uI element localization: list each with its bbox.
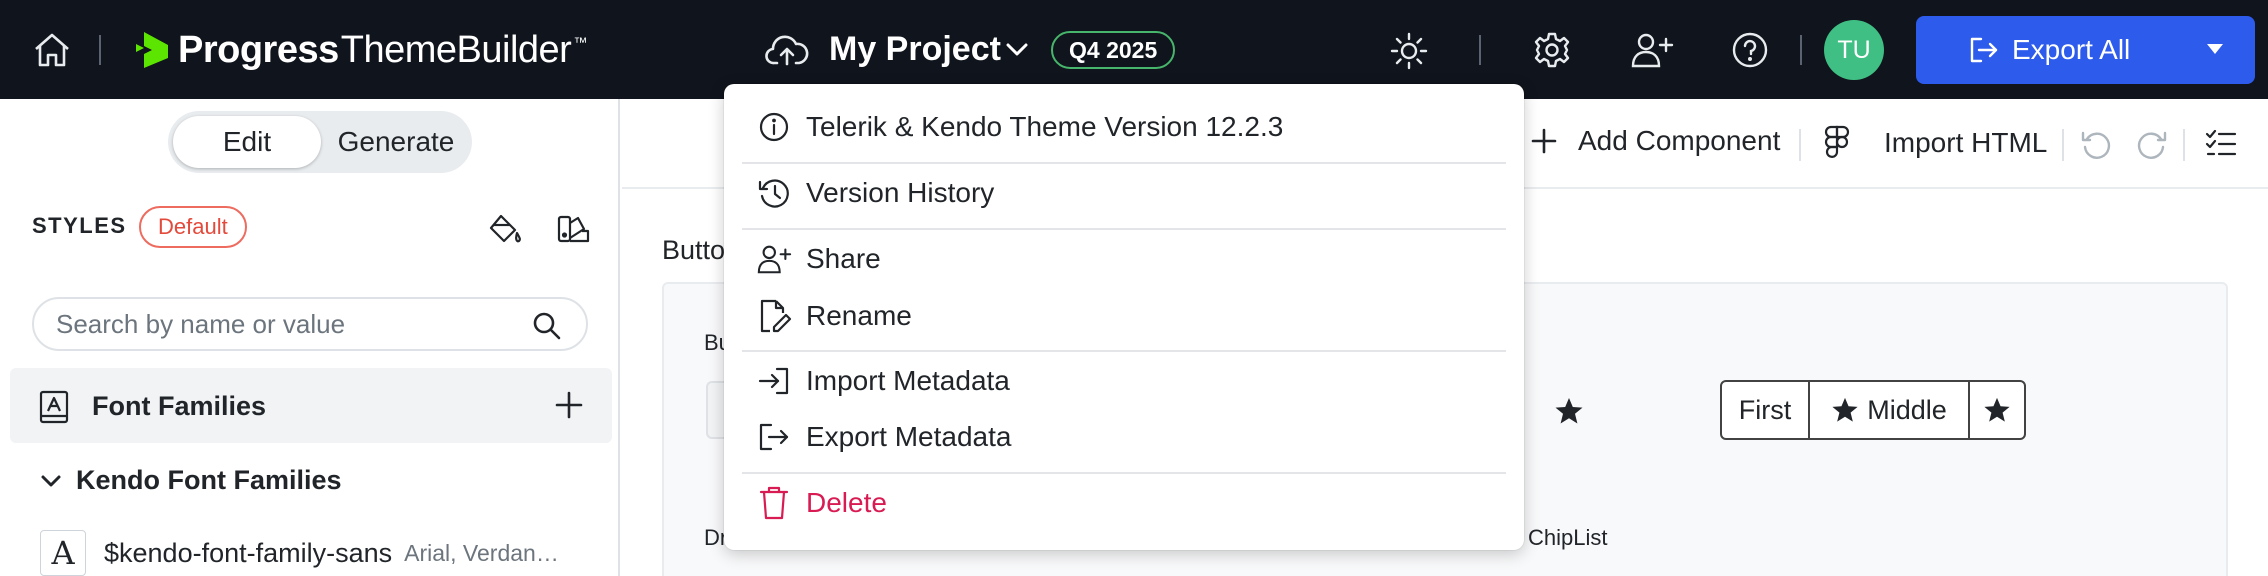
search-field [32,297,588,351]
styles-heading: STYLES [32,213,127,238]
add-user-icon[interactable] [1630,31,1674,69]
figma-icon [1824,125,1850,158]
menu-item-import-metadata[interactable]: Import Metadata [756,361,1010,401]
divider [99,35,101,65]
file-edit-icon [756,298,792,334]
font-book-icon [38,390,70,424]
list-item[interactable]: A $kendo-font-family-sans Arial, Verdan… [40,528,559,576]
brand-tm: ™ [573,34,588,50]
menu-item-label: Import Metadata [806,365,1010,396]
menu-item-label: Version History [806,177,995,208]
menu-item-delete[interactable]: Delete [756,483,887,523]
import-html-label: Import HTML [1884,127,2048,158]
star-icon[interactable] [1554,396,1584,426]
caret-down-icon[interactable] [2206,43,2224,55]
kendo-font-families-group[interactable]: Kendo Font Families [40,465,342,496]
button-group-middle-label: Middle [1867,394,1947,425]
trash-icon [756,485,792,521]
font-variable-value: Arial, Verdan… [404,539,559,566]
user-plus-icon [756,241,792,277]
button-group-middle[interactable]: Middle [1810,382,1970,438]
chevron-down-icon[interactable] [1004,40,1030,58]
menu-item-label: Share [806,243,881,274]
menu-item-theme-version[interactable]: Telerik & Kendo Theme Version 12.2.3 [756,107,1283,147]
menu-divider [742,162,1506,164]
menu-item-label: Rename [806,300,912,331]
divider [1479,35,1481,65]
search-input[interactable] [56,307,516,341]
styles-panel: Edit Generate STYLES Default Font Famili… [0,99,620,576]
add-icon [1531,128,1557,154]
kendo-font-families-label: Kendo Font Families [76,465,342,495]
star-icon [1984,397,2010,422]
export-icon [1968,36,2000,64]
brand-name: Progress [178,28,339,71]
menu-divider [742,350,1506,352]
cloud-upload-icon[interactable] [765,32,809,68]
export-all-label: Export All [2012,34,2131,65]
menu-item-label: Telerik & Kendo Theme Version 12.2.3 [806,111,1284,142]
button-group: First Middle [1720,380,2026,440]
divider [2183,129,2185,161]
tab-edit[interactable]: Edit [173,116,321,168]
home-icon[interactable] [33,32,71,68]
paint-bucket-icon[interactable] [488,213,524,245]
project-title[interactable]: My Project [829,27,1001,71]
default-style-badge[interactable]: Default [139,206,247,248]
history-icon [756,175,792,211]
menu-item-rename[interactable]: Rename [756,296,912,336]
mode-switch: Edit Generate [168,111,472,173]
add-icon[interactable] [555,391,583,419]
avatar[interactable]: TU [1824,20,1884,80]
progress-logo-icon [136,32,168,68]
divider [1800,35,1802,65]
font-families-section[interactable]: Font Families [10,368,612,443]
redo-icon[interactable] [2136,129,2168,161]
divider [1799,129,1801,161]
undo-icon[interactable] [2080,129,2112,161]
menu-item-label: Export Metadata [806,421,1012,452]
button-group-first[interactable]: First [1722,382,1810,438]
divider [2062,129,2064,161]
tab-generate[interactable]: Generate [326,116,466,168]
menu-item-share[interactable]: Share [756,239,881,279]
gear-icon[interactable] [1533,31,1571,69]
export-all-button[interactable]: Export All [1916,16,2255,84]
star-icon [1832,397,1858,422]
font-variable-name: $kendo-font-family-sans [104,537,393,568]
chevron-down-icon [40,473,62,489]
palette-icon[interactable] [556,211,592,245]
section-title: Butto [662,235,726,265]
menu-item-label: Delete [806,487,887,518]
import-html-button[interactable]: Import HTML [1824,125,2047,161]
font-families-label: Font Families [92,391,267,421]
checklist-icon[interactable] [2205,129,2237,159]
brand-logo: Progress ThemeBuilder ™ [132,24,587,76]
menu-item-version-history[interactable]: Version History [756,173,994,213]
menu-divider [742,228,1506,230]
export-icon [756,419,792,455]
quarter-badge: Q4 2025 [1051,31,1176,69]
chiplist-label: ChipList [1528,525,1608,550]
brand-product: ThemeBuilder [340,28,572,71]
info-icon [756,109,792,145]
add-component-button[interactable]: Add Component [1530,125,1780,157]
search-icon[interactable] [532,311,562,341]
button-group-star[interactable] [1970,382,2024,438]
import-icon [756,363,792,399]
sun-icon[interactable] [1390,32,1428,70]
project-menu: Telerik & Kendo Theme Version 12.2.3 Ver… [724,84,1524,550]
font-glyph-icon: A [40,530,86,576]
menu-item-export-metadata[interactable]: Export Metadata [756,417,1011,457]
menu-divider [742,472,1506,474]
add-component-label: Add Component [1578,125,1781,156]
help-icon[interactable] [1731,31,1769,69]
